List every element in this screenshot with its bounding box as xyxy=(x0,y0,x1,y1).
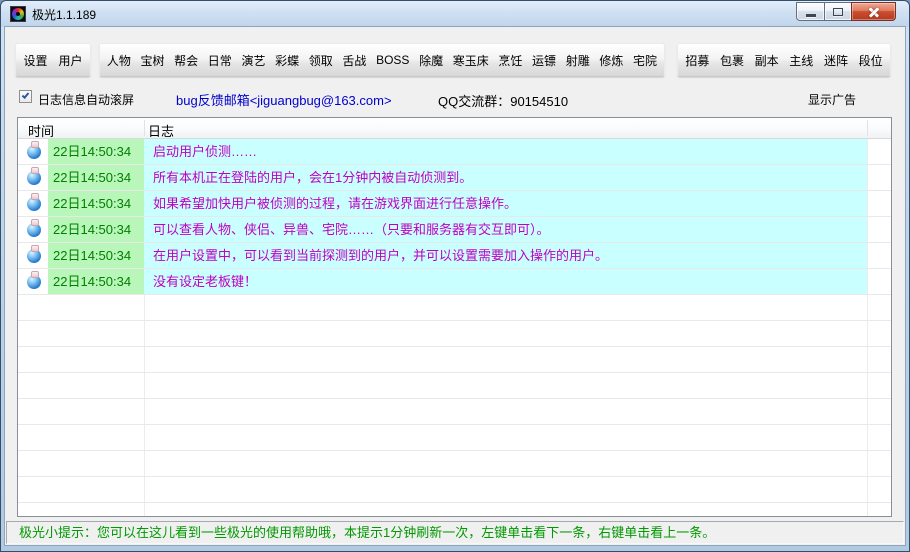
table-row-empty[interactable] xyxy=(18,373,891,399)
maximize-button[interactable] xyxy=(824,2,852,21)
column-header-log[interactable]: 日志 xyxy=(148,121,174,140)
table-row[interactable]: 22日14:50:34 所有本机正在登陆的用户，会在1分钟内被自动侦测到。 xyxy=(18,165,891,191)
toolbar-button-修炼[interactable]: 修炼 xyxy=(596,48,626,73)
table-row-empty[interactable] xyxy=(18,295,891,321)
toolbar-button-除魔[interactable]: 除魔 xyxy=(416,48,446,73)
toolbar-button-设置[interactable]: 设置 xyxy=(20,48,50,73)
app-window: 极光1.1.189 设置用户 人物宝树帮会日常演艺彩蝶领取舌战BOSS除魔寒玉床… xyxy=(0,0,910,552)
log-message-cell: 没有设定老板键！ xyxy=(144,269,867,294)
toolbar-button-副本[interactable]: 副本 xyxy=(752,48,782,73)
log-rows: 22日14:50:34 启动用户侦测…… 22日14:50:34 所有本机正在登… xyxy=(18,139,891,517)
toolbar-button-宅院[interactable]: 宅院 xyxy=(630,48,660,73)
table-row[interactable]: 22日14:50:34 如果希望加快用户被侦测的过程，请在游戏界面进行任意操作。 xyxy=(18,191,891,217)
toolbar-group-extra: 招募包裹副本主线迷阵段位 xyxy=(677,43,891,77)
blue-ball-icon xyxy=(27,223,41,237)
table-row-empty[interactable] xyxy=(18,347,891,373)
status-tip-text: 极光小提示：您可以在这儿看到一些极光的使用帮助哦，本提示1分钟刷新一次，左键单击… xyxy=(19,525,715,540)
toolbar-button-招募[interactable]: 招募 xyxy=(682,48,712,73)
log-message-cell: 可以查看人物、侠侣、异兽、宅院……（只要和服务器有交互即可）。 xyxy=(144,217,867,242)
toolbar-button-段位[interactable]: 段位 xyxy=(856,48,886,73)
toolbar-button-人物[interactable]: 人物 xyxy=(104,48,134,73)
client-area: 设置用户 人物宝树帮会日常演艺彩蝶领取舌战BOSS除魔寒玉床烹饪运镖射雕修炼宅院… xyxy=(5,27,905,545)
window-title: 极光1.1.189 xyxy=(32,6,96,23)
time-cell: 22日14:50:34 xyxy=(48,139,144,164)
time-cell: 22日14:50:34 xyxy=(48,165,144,190)
header-separator xyxy=(144,120,145,136)
toolbar-button-运镖[interactable]: 运镖 xyxy=(529,48,559,73)
close-button[interactable] xyxy=(851,2,896,21)
toolbar-button-领取[interactable]: 领取 xyxy=(306,48,336,73)
time-cell: 22日14:50:34 xyxy=(48,191,144,216)
table-row[interactable]: 22日14:50:34 没有设定老板键！ xyxy=(18,269,891,295)
time-cell: 22日14:50:34 xyxy=(48,217,144,242)
close-icon xyxy=(868,6,880,18)
header-separator xyxy=(867,120,868,136)
log-message-cell: 在用户设置中，可以看到当前探测到的用户，并可以设置需要加入操作的用户。 xyxy=(144,243,867,268)
app-aurora-icon xyxy=(10,6,26,22)
row-icon-cell xyxy=(18,269,48,294)
blue-ball-icon xyxy=(27,145,41,159)
titlebar[interactable]: 极光1.1.189 xyxy=(1,1,909,27)
caption-buttons xyxy=(797,2,896,21)
log-message-cell: 所有本机正在登陆的用户，会在1分钟内被自动侦测到。 xyxy=(144,165,867,190)
toolbar-button-演艺[interactable]: 演艺 xyxy=(238,48,268,73)
table-row[interactable]: 22日14:50:34 启动用户侦测…… xyxy=(18,139,891,165)
checkbox-check-icon xyxy=(22,91,30,99)
minimize-button[interactable] xyxy=(796,2,825,21)
autoscroll-checkbox[interactable] xyxy=(19,90,32,103)
toolbar-button-烹饪[interactable]: 烹饪 xyxy=(495,48,525,73)
log-table: 时间 日志 22日14:50:34 启动用户侦测…… 22日14:50:34 所… xyxy=(17,117,892,517)
show-ads-link[interactable]: 显示广告 xyxy=(808,91,856,108)
toolbar-button-用户[interactable]: 用户 xyxy=(55,48,85,73)
row-icon-cell xyxy=(18,165,48,190)
table-row-empty[interactable] xyxy=(18,399,891,425)
time-cell: 22日14:50:34 xyxy=(48,269,144,294)
toolbar-button-日常[interactable]: 日常 xyxy=(205,48,235,73)
blue-ball-icon xyxy=(27,197,41,211)
toolbar-button-包裹[interactable]: 包裹 xyxy=(717,48,747,73)
toolbar-button-射雕[interactable]: 射雕 xyxy=(563,48,593,73)
minimize-icon xyxy=(806,14,816,17)
qq-group-label: QQ交流群：90154510 xyxy=(438,91,568,110)
toolbar-button-主线[interactable]: 主线 xyxy=(786,48,816,73)
blue-ball-icon xyxy=(27,249,41,263)
status-bar[interactable]: 极光小提示：您可以在这儿看到一些极光的使用帮助哦，本提示1分钟刷新一次，左键单击… xyxy=(6,521,904,544)
log-message-cell: 如果希望加快用户被侦测的过程，请在游戏界面进行任意操作。 xyxy=(144,191,867,216)
toolbar-button-BOSS[interactable]: BOSS xyxy=(373,49,412,71)
toolbar-button-舌战[interactable]: 舌战 xyxy=(339,48,369,73)
table-row-empty[interactable] xyxy=(18,425,891,451)
table-row-empty[interactable] xyxy=(18,503,891,517)
column-header-time[interactable]: 时间 xyxy=(28,121,54,140)
maximize-icon xyxy=(833,8,843,16)
toolbar-button-寒玉床[interactable]: 寒玉床 xyxy=(450,48,492,73)
toolbar-group-main: 设置用户 xyxy=(15,43,91,77)
blue-ball-icon xyxy=(27,275,41,289)
toolbar-button-宝树[interactable]: 宝树 xyxy=(137,48,167,73)
autoscroll-label: 日志信息自动滚屏 xyxy=(38,91,134,108)
bug-feedback-link[interactable]: bug反馈邮箱<jiguangbug@163.com> xyxy=(176,90,392,109)
table-row-empty[interactable] xyxy=(18,451,891,477)
time-cell: 22日14:50:34 xyxy=(48,243,144,268)
table-row[interactable]: 22日14:50:34 在用户设置中，可以看到当前探测到的用户，并可以设置需要加… xyxy=(18,243,891,269)
table-row-empty[interactable] xyxy=(18,321,891,347)
log-message-cell: 启动用户侦测…… xyxy=(144,139,867,164)
row-icon-cell xyxy=(18,217,48,242)
log-table-header: 时间 日志 xyxy=(18,118,891,139)
row-icon-cell xyxy=(18,139,48,164)
toolbar-group-features: 人物宝树帮会日常演艺彩蝶领取舌战BOSS除魔寒玉床烹饪运镖射雕修炼宅院 xyxy=(99,43,665,77)
table-row-empty[interactable] xyxy=(18,477,891,503)
table-row[interactable]: 22日14:50:34 可以查看人物、侠侣、异兽、宅院……（只要和服务器有交互即… xyxy=(18,217,891,243)
toolbar-button-迷阵[interactable]: 迷阵 xyxy=(821,48,851,73)
blue-ball-icon xyxy=(27,171,41,185)
row-icon-cell xyxy=(18,191,48,216)
options-row: 日志信息自动滚屏 bug反馈邮箱<jiguangbug@163.com> QQ交… xyxy=(5,87,905,107)
toolbar-button-帮会[interactable]: 帮会 xyxy=(171,48,201,73)
row-icon-cell xyxy=(18,243,48,268)
toolbar-button-彩蝶[interactable]: 彩蝶 xyxy=(272,48,302,73)
